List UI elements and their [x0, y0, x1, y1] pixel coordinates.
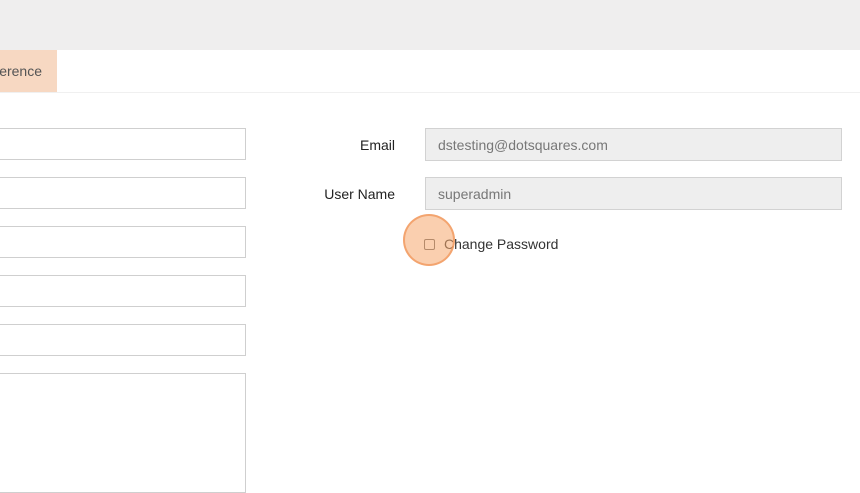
email-field[interactable]: [425, 128, 842, 161]
email-label: Email: [359, 137, 395, 153]
left-input-5[interactable]: [0, 324, 246, 356]
left-input-4[interactable]: [0, 275, 246, 307]
tab-bar: Preference: [0, 50, 860, 93]
change-password-label: Change Password: [444, 236, 559, 252]
change-password-checkbox[interactable]: [424, 238, 435, 250]
tab-preference[interactable]: Preference: [0, 50, 57, 92]
tab-preference-label: Preference: [0, 63, 42, 79]
left-textarea[interactable]: [0, 373, 246, 493]
left-input-2[interactable]: [0, 177, 246, 209]
top-bar: [0, 0, 860, 50]
left-input-1[interactable]: [0, 128, 246, 160]
change-password-toggle[interactable]: Change Password: [424, 236, 558, 252]
username-field[interactable]: [425, 177, 842, 210]
left-input-3[interactable]: [0, 226, 246, 258]
username-label: User Name: [324, 186, 395, 202]
